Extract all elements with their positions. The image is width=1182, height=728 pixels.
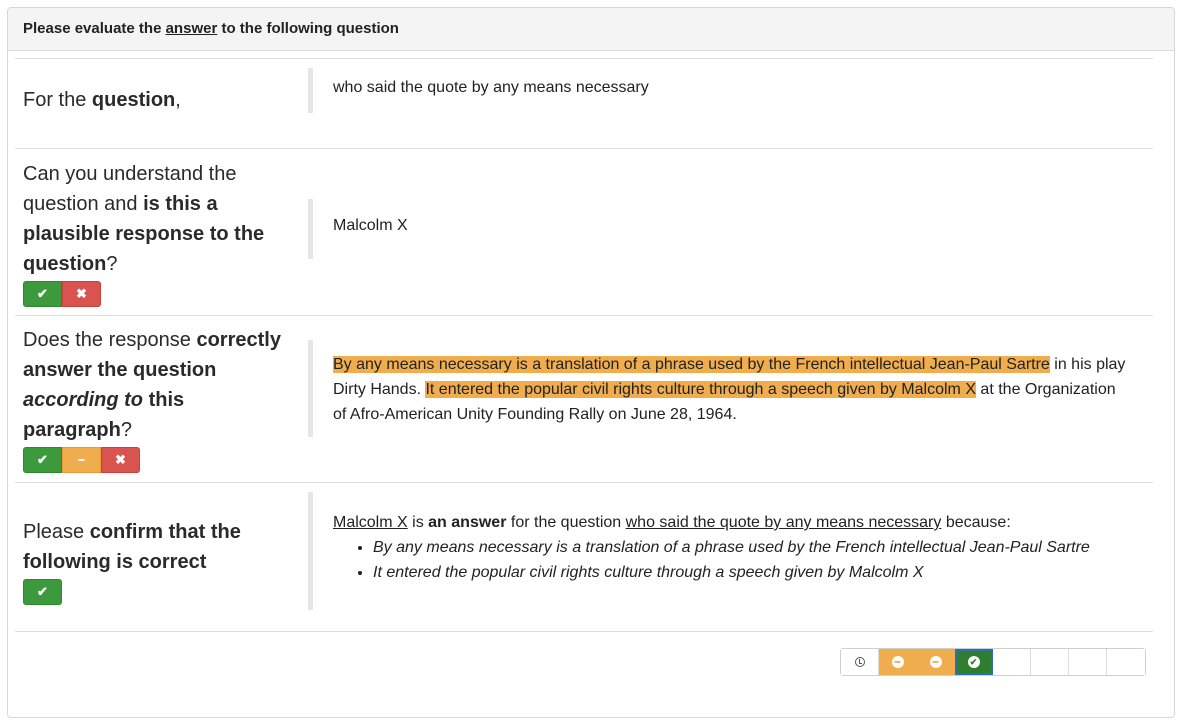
highlight-span: It entered the popular civil rights cult… [425, 381, 976, 398]
heading-suffix: to the following question [221, 20, 399, 37]
plausible-label: Can you understand the question and is t… [23, 159, 295, 307]
plausible-row: Can you understand the question and is t… [15, 148, 1153, 315]
confirm-label: Please confirm that the following is cor… [23, 517, 295, 605]
plausible-button-group: ✔ ✖ [23, 281, 295, 307]
minus-circle-icon: ━ [929, 656, 942, 668]
correct-partial-button[interactable]: ━ [62, 447, 101, 473]
pager-step-7[interactable] [1069, 649, 1107, 675]
heading-prefix: Please evaluate the [23, 20, 162, 37]
question-value: who said the quote by any means necessar… [333, 79, 649, 96]
plausible-no-button[interactable]: ✖ [62, 281, 101, 307]
footer-divider [15, 631, 1153, 632]
pager-step-3[interactable]: ━ [917, 649, 955, 675]
correctness-button-group: ✔ ━ ✖ [23, 447, 295, 473]
minus-circle-icon: ━ [891, 656, 904, 668]
confirm-row: Please confirm that the following is cor… [15, 482, 1153, 633]
correct-no-button[interactable]: ✖ [101, 447, 140, 473]
question-text: who said the quote by any means necessar… [308, 68, 1133, 113]
pager-step-5[interactable] [993, 649, 1031, 675]
reason-list: By any means necessary is a translation … [333, 535, 1133, 585]
cross-icon: ✖ [76, 286, 87, 301]
heading-keyword: answer [165, 20, 218, 37]
correctness-row: Does the response correctly answer the q… [15, 315, 1153, 482]
evidence-paragraph: By any means necessary is a translation … [308, 340, 1133, 437]
answer-value: Malcolm X [333, 217, 408, 234]
correct-yes-button[interactable]: ✔ [23, 447, 62, 473]
check-circle-icon: ✔ [967, 656, 980, 668]
pager-step-4[interactable]: ✔ [955, 649, 993, 675]
summary-answer: Malcolm X [333, 514, 408, 531]
check-icon: ✔ [37, 584, 48, 599]
reason-item: By any means necessary is a translation … [373, 535, 1133, 560]
check-icon: ✔ [37, 452, 48, 467]
confirm-summary: Malcolm X is an answer for the question … [308, 492, 1133, 610]
plausible-answer: Malcolm X [308, 199, 1133, 259]
confirm-button[interactable]: ✔ [23, 579, 62, 605]
pager-step-8[interactable] [1107, 649, 1145, 675]
progress-pager: ━ ━ ✔ [840, 648, 1146, 676]
minus-icon: ━ [78, 455, 85, 465]
correctness-label: Does the response correctly answer the q… [23, 325, 295, 473]
pager-step-6[interactable] [1031, 649, 1069, 675]
clock-icon [854, 657, 865, 667]
pager-step-2[interactable]: ━ [879, 649, 917, 675]
question-label: For the question, [23, 89, 181, 111]
highlight-span: By any means necessary is a translation … [333, 356, 1050, 373]
pager-step-1[interactable] [841, 649, 879, 675]
summary-question: who said the quote by any means necessar… [625, 514, 942, 531]
panel-heading: Please evaluate the answer to the follow… [8, 8, 1174, 51]
plausible-yes-button[interactable]: ✔ [23, 281, 62, 307]
confirm-button-group: ✔ [23, 579, 295, 605]
check-icon: ✔ [37, 286, 48, 301]
summary-sentence: Malcolm X is an answer for the question … [333, 514, 1011, 531]
question-row: For the question, who said the quote by … [15, 58, 1153, 141]
reason-item: It entered the popular civil rights cult… [373, 560, 1133, 585]
cross-icon: ✖ [115, 452, 126, 467]
